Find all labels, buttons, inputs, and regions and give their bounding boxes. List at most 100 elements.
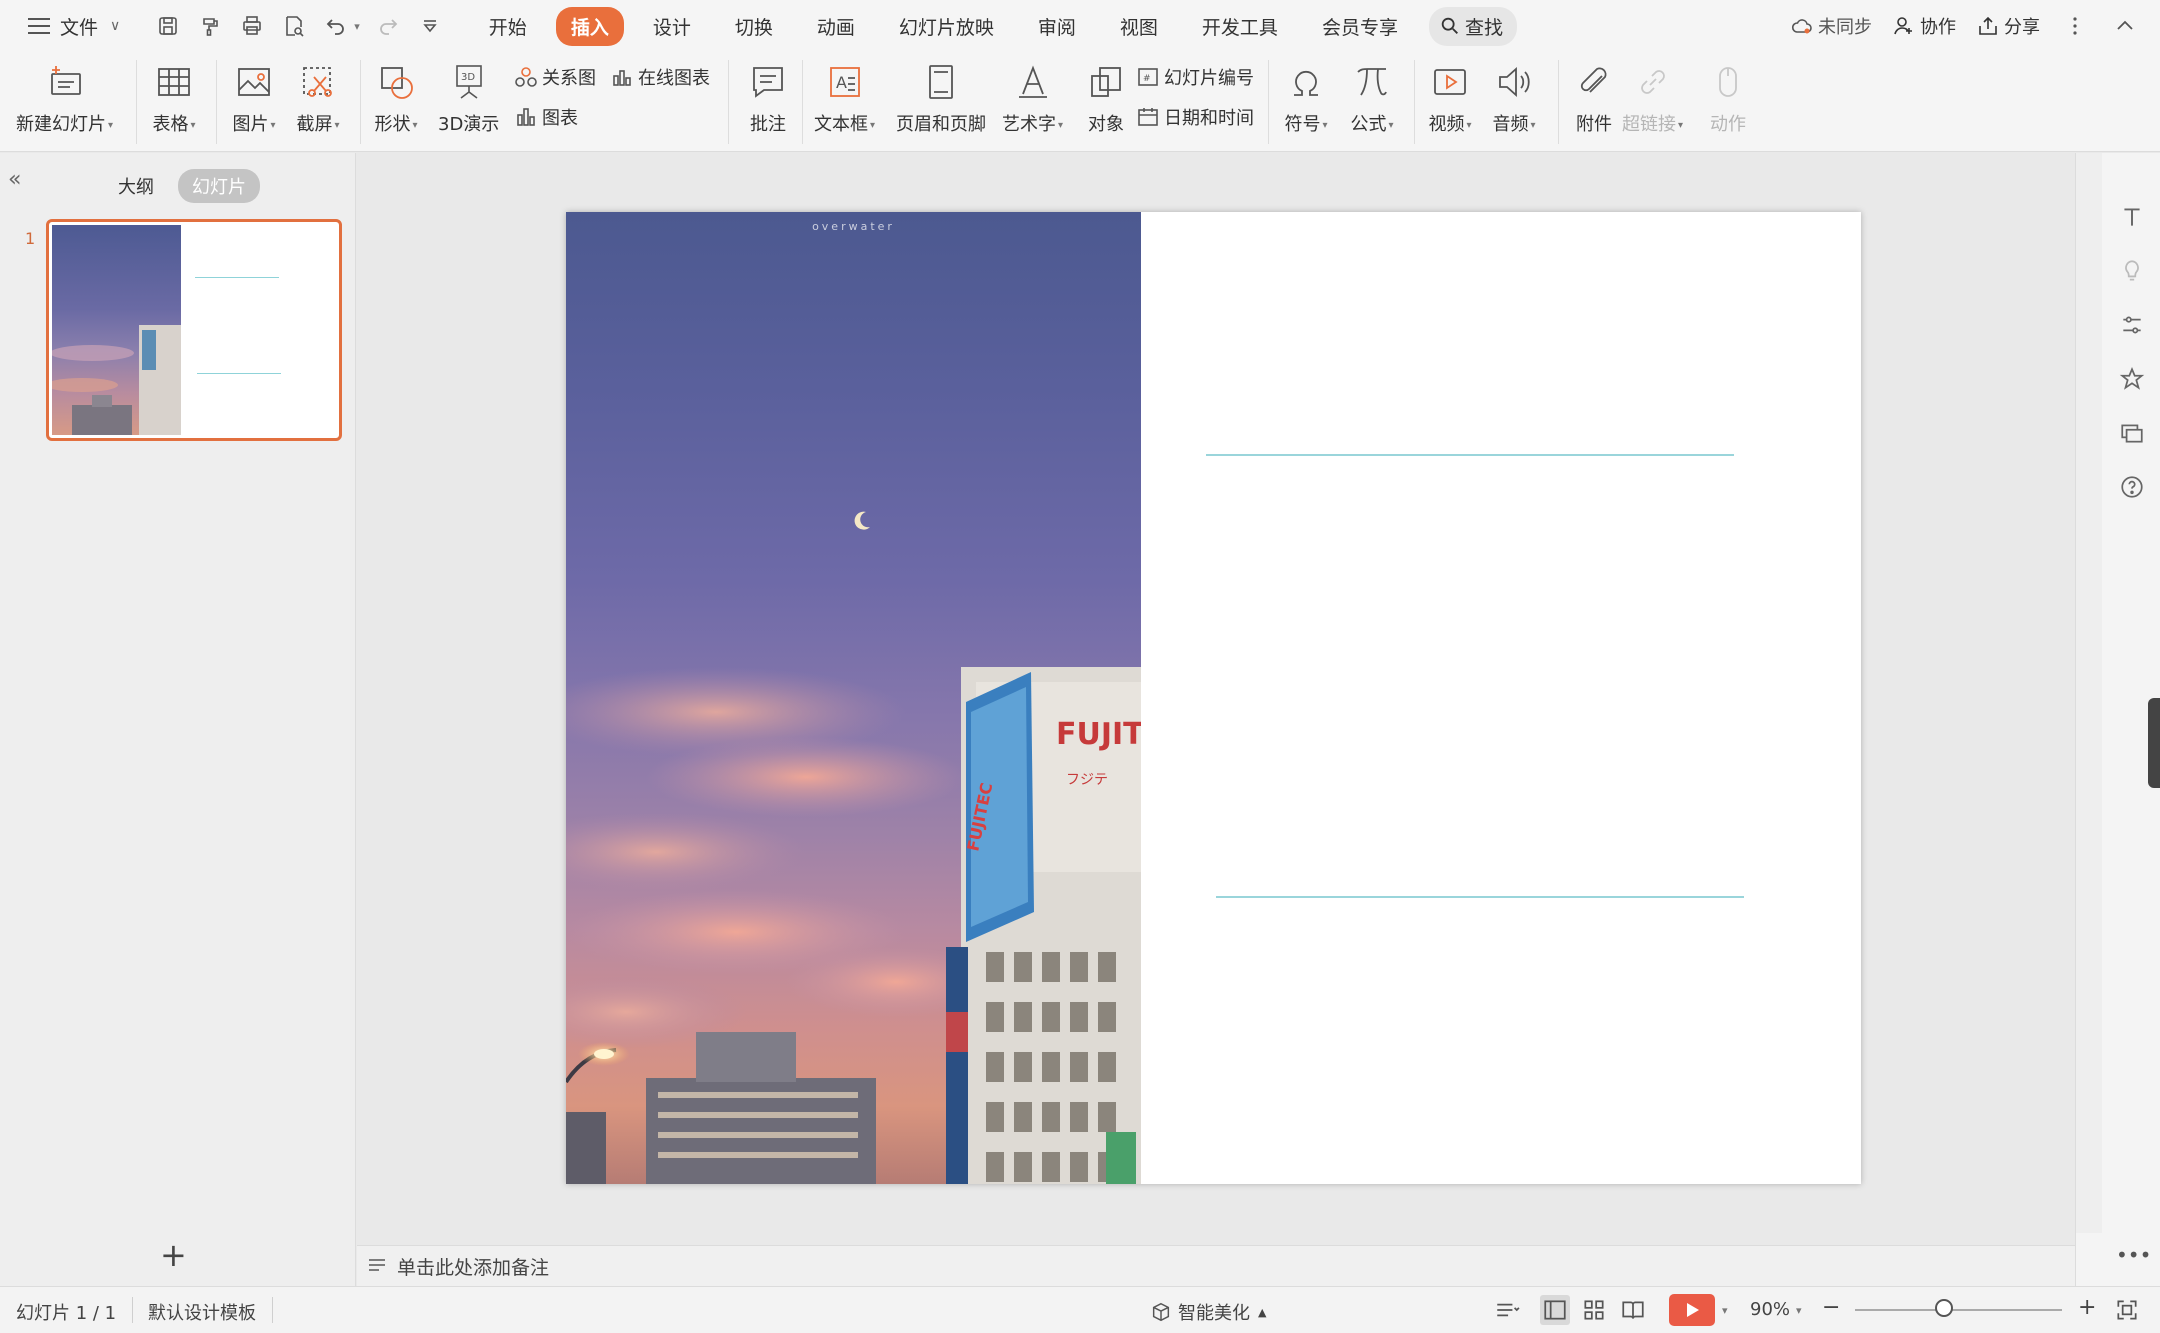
slide-transition-button[interactable]: [2116, 417, 2148, 449]
tab-developer[interactable]: 开发工具: [1187, 7, 1293, 46]
play-options-dropdown[interactable]: ▾: [1722, 1304, 1728, 1317]
symbol-button[interactable]: 符号 ▾: [1282, 58, 1330, 136]
textbox-button[interactable]: A 文本框 ▾: [814, 58, 875, 136]
notes-toggle-button[interactable]: [1492, 1295, 1522, 1325]
menu-bar: 文件 ∨ ▾ 开始 插入 设计 切换 动画 幻灯片放映 审阅 视图 开发工具 会…: [0, 0, 2160, 52]
search-button[interactable]: 查找: [1428, 6, 1517, 46]
print-button[interactable]: [234, 8, 270, 44]
tab-view[interactable]: 视图: [1105, 7, 1173, 46]
more-options-button[interactable]: [2060, 11, 2090, 41]
undo-dropdown-icon[interactable]: ▾: [354, 20, 360, 33]
table-button[interactable]: 表格 ▾: [150, 58, 198, 136]
more-horizontal-icon[interactable]: •••: [2116, 1243, 2151, 1267]
pane-grip-handle[interactable]: [2148, 698, 2160, 788]
hyperlink-button[interactable]: 超链接 ▾: [1622, 58, 1683, 136]
collapse-ribbon-button[interactable]: [2110, 11, 2140, 41]
share-icon: [1979, 16, 1997, 35]
tab-animations[interactable]: 动画: [802, 7, 870, 46]
zoom-level[interactable]: 90%: [1750, 1299, 1790, 1320]
tab-slides[interactable]: 幻灯片: [178, 169, 260, 203]
slide-thumbnail[interactable]: [46, 219, 342, 441]
new-slide-button[interactable]: 新建幻灯片 ▾: [16, 58, 113, 136]
collapse-panel-icon[interactable]: «: [8, 167, 21, 192]
tab-transitions[interactable]: 切换: [720, 7, 788, 46]
settings-sliders-button[interactable]: [2116, 309, 2148, 341]
zoom-out-button[interactable]: −: [1822, 1295, 1840, 1320]
zoom-slider-handle[interactable]: [1935, 1299, 1953, 1317]
tab-outline[interactable]: 大纲: [104, 169, 168, 203]
video-button[interactable]: 视频 ▾: [1426, 58, 1474, 136]
animation-button[interactable]: [2116, 363, 2148, 395]
formula-button[interactable]: 公式 ▾: [1348, 58, 1396, 136]
save-button[interactable]: [150, 8, 186, 44]
relation-diagram-button[interactable]: 关系图: [514, 64, 596, 90]
share-label: 分享: [2004, 17, 2040, 38]
wordart-button[interactable]: 艺术字 ▾: [1002, 58, 1063, 136]
zoom-slider-track[interactable]: [1855, 1309, 2062, 1311]
omega-icon: [1294, 71, 1318, 96]
slide-canvas[interactable]: FUJIT フジテ FUJITEC overwater: [566, 212, 1861, 1184]
video-label: 视频: [1428, 114, 1465, 135]
object-icon: [1091, 67, 1121, 97]
slide-photo[interactable]: FUJIT フジテ FUJITEC overwater: [566, 212, 1141, 1184]
slide-line-top[interactable]: [1206, 454, 1734, 456]
ribbon-separator: [1414, 60, 1415, 144]
3d-demo-button[interactable]: 3D 3D演示: [438, 58, 499, 136]
action-button[interactable]: 动作: [1704, 58, 1752, 136]
customize-toolbar-button[interactable]: [412, 8, 448, 44]
idea-button[interactable]: [2116, 255, 2148, 287]
collaborate-button[interactable]: 协作: [1892, 13, 1956, 39]
picture-button[interactable]: 图片 ▾: [230, 58, 278, 136]
attachment-button[interactable]: 附件: [1570, 58, 1618, 136]
print-preview-button[interactable]: [276, 8, 312, 44]
cube-icon: [1152, 1302, 1170, 1322]
zoom-dropdown-icon[interactable]: ▾: [1796, 1304, 1802, 1317]
chart-button[interactable]: 图表: [514, 104, 578, 130]
zoom-in-button[interactable]: +: [2078, 1295, 2096, 1320]
add-slide-button[interactable]: +: [160, 1236, 187, 1274]
reading-view-button[interactable]: [1618, 1295, 1648, 1325]
tab-design[interactable]: 设计: [638, 7, 706, 46]
help-button[interactable]: [2116, 471, 2148, 503]
shape-button[interactable]: 形状 ▾: [372, 58, 420, 136]
header-footer-label: 页眉和页脚: [896, 114, 986, 135]
city-sunset-illustration: FUJIT フジテ FUJITEC: [566, 511, 1141, 1184]
file-menu-button[interactable]: 文件 ∨: [20, 6, 128, 46]
smart-beautify-button[interactable]: 智能美化 ▲: [1150, 1299, 1266, 1325]
undo-button[interactable]: [318, 8, 354, 44]
tab-member[interactable]: 会员专享: [1307, 7, 1413, 46]
header-footer-button[interactable]: 页眉和页脚: [896, 58, 986, 136]
slide-line-bottom[interactable]: [1216, 896, 1744, 898]
online-chart-button[interactable]: 在线图表: [610, 64, 710, 90]
audio-button[interactable]: 音频 ▾: [1490, 58, 1538, 136]
normal-view-button[interactable]: [1540, 1295, 1570, 1325]
vertical-scrollbar[interactable]: [2076, 153, 2102, 1233]
comment-button[interactable]: 批注: [744, 58, 792, 136]
thumbnail-line-bottom: [197, 373, 281, 374]
notes-placeholder: 单击此处添加备注: [397, 1256, 550, 1279]
file-menu-label: 文件: [60, 16, 99, 39]
tab-review[interactable]: 审阅: [1023, 7, 1091, 46]
share-button[interactable]: 分享: [1976, 13, 2040, 39]
paperclip-icon: [1580, 67, 1607, 93]
notes-bar[interactable]: 单击此处添加备注: [357, 1245, 2075, 1286]
comment-icon: [753, 67, 783, 98]
sync-status-button[interactable]: 未同步: [1790, 13, 1872, 39]
design-template-status[interactable]: 默认设计模板: [148, 1299, 256, 1325]
tab-insert[interactable]: 插入: [555, 6, 624, 46]
format-painter-button[interactable]: [192, 8, 228, 44]
slide-sorter-button[interactable]: [1579, 1295, 1609, 1325]
ribbon-separator: [360, 60, 361, 144]
fit-window-button[interactable]: [2112, 1295, 2142, 1325]
text-format-button[interactable]: [2116, 201, 2148, 233]
datetime-button[interactable]: 日期和时间: [1136, 104, 1254, 130]
print-icon: [243, 16, 262, 35]
object-button[interactable]: 对象: [1082, 58, 1130, 136]
tab-home[interactable]: 开始: [474, 7, 542, 46]
redo-button[interactable]: [370, 8, 406, 44]
play-icon: [1687, 1303, 1699, 1317]
tab-slideshow[interactable]: 幻灯片放映: [884, 7, 1009, 46]
slide-number-button[interactable]: # 幻灯片编号: [1136, 64, 1254, 90]
screenshot-button[interactable]: 截屏 ▾: [294, 58, 342, 136]
play-slideshow-button[interactable]: [1669, 1294, 1715, 1326]
